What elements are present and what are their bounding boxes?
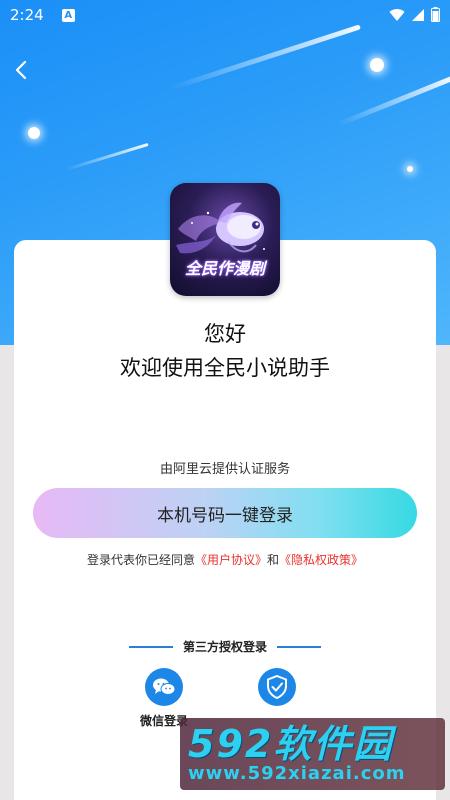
- app-logo: 全民作漫剧: [170, 183, 280, 296]
- star-dot: [407, 166, 413, 172]
- back-button[interactable]: [10, 56, 34, 84]
- signal-icon: [412, 8, 424, 21]
- meteor-streak: [337, 75, 450, 127]
- shield-login-button[interactable]: [258, 668, 296, 706]
- watermark-brand: 592软件园: [188, 722, 394, 766]
- star-dot: [28, 127, 40, 139]
- wechat-icon: [153, 678, 176, 695]
- meteor-streak: [169, 24, 361, 91]
- divider-line: [277, 645, 321, 648]
- fish-icon: [176, 202, 265, 254]
- user-agreement-link[interactable]: 《用户协议》: [195, 553, 267, 567]
- status-time: 2:24: [10, 6, 44, 24]
- agreement-text: 登录代表你已经同意《用户协议》和《隐私权政策》: [0, 551, 450, 568]
- divider-line: [128, 645, 173, 648]
- greeting-title: 您好: [204, 322, 246, 346]
- one-click-login-button[interactable]: 本机号码一键登录: [33, 488, 417, 538]
- status-icons: [389, 7, 440, 22]
- chevron-left-icon: [15, 60, 27, 80]
- site-watermark: 592软件园 www.592xiazai.com: [180, 718, 445, 790]
- battery-icon: [431, 7, 440, 22]
- status-bar: 2:24 A: [0, 0, 450, 30]
- shield-login-option[interactable]: [247, 668, 307, 712]
- shield-icon: [267, 675, 287, 699]
- wifi-icon: [389, 8, 405, 21]
- auth-provider-text: 由阿里云提供认证服务: [159, 462, 290, 477]
- privacy-policy-link[interactable]: 《隐私权政策》: [279, 553, 363, 567]
- meteor-streak: [65, 142, 149, 171]
- third-party-title: 第三方授权登录: [182, 640, 267, 654]
- agreement-prefix: 登录代表你已经同意: [86, 553, 195, 567]
- watermark-url: www.592xiazai.com: [188, 763, 406, 784]
- wechat-login-button[interactable]: [145, 668, 183, 706]
- notification-icon: A: [61, 8, 75, 22]
- agreement-and: 和: [267, 553, 280, 567]
- welcome-subtitle: 欢迎使用全民小说助手: [120, 356, 330, 380]
- third-party-header: 第三方授权登录: [0, 638, 450, 655]
- logo-text: 全民作漫剧: [184, 259, 265, 278]
- star-dot: [370, 58, 384, 72]
